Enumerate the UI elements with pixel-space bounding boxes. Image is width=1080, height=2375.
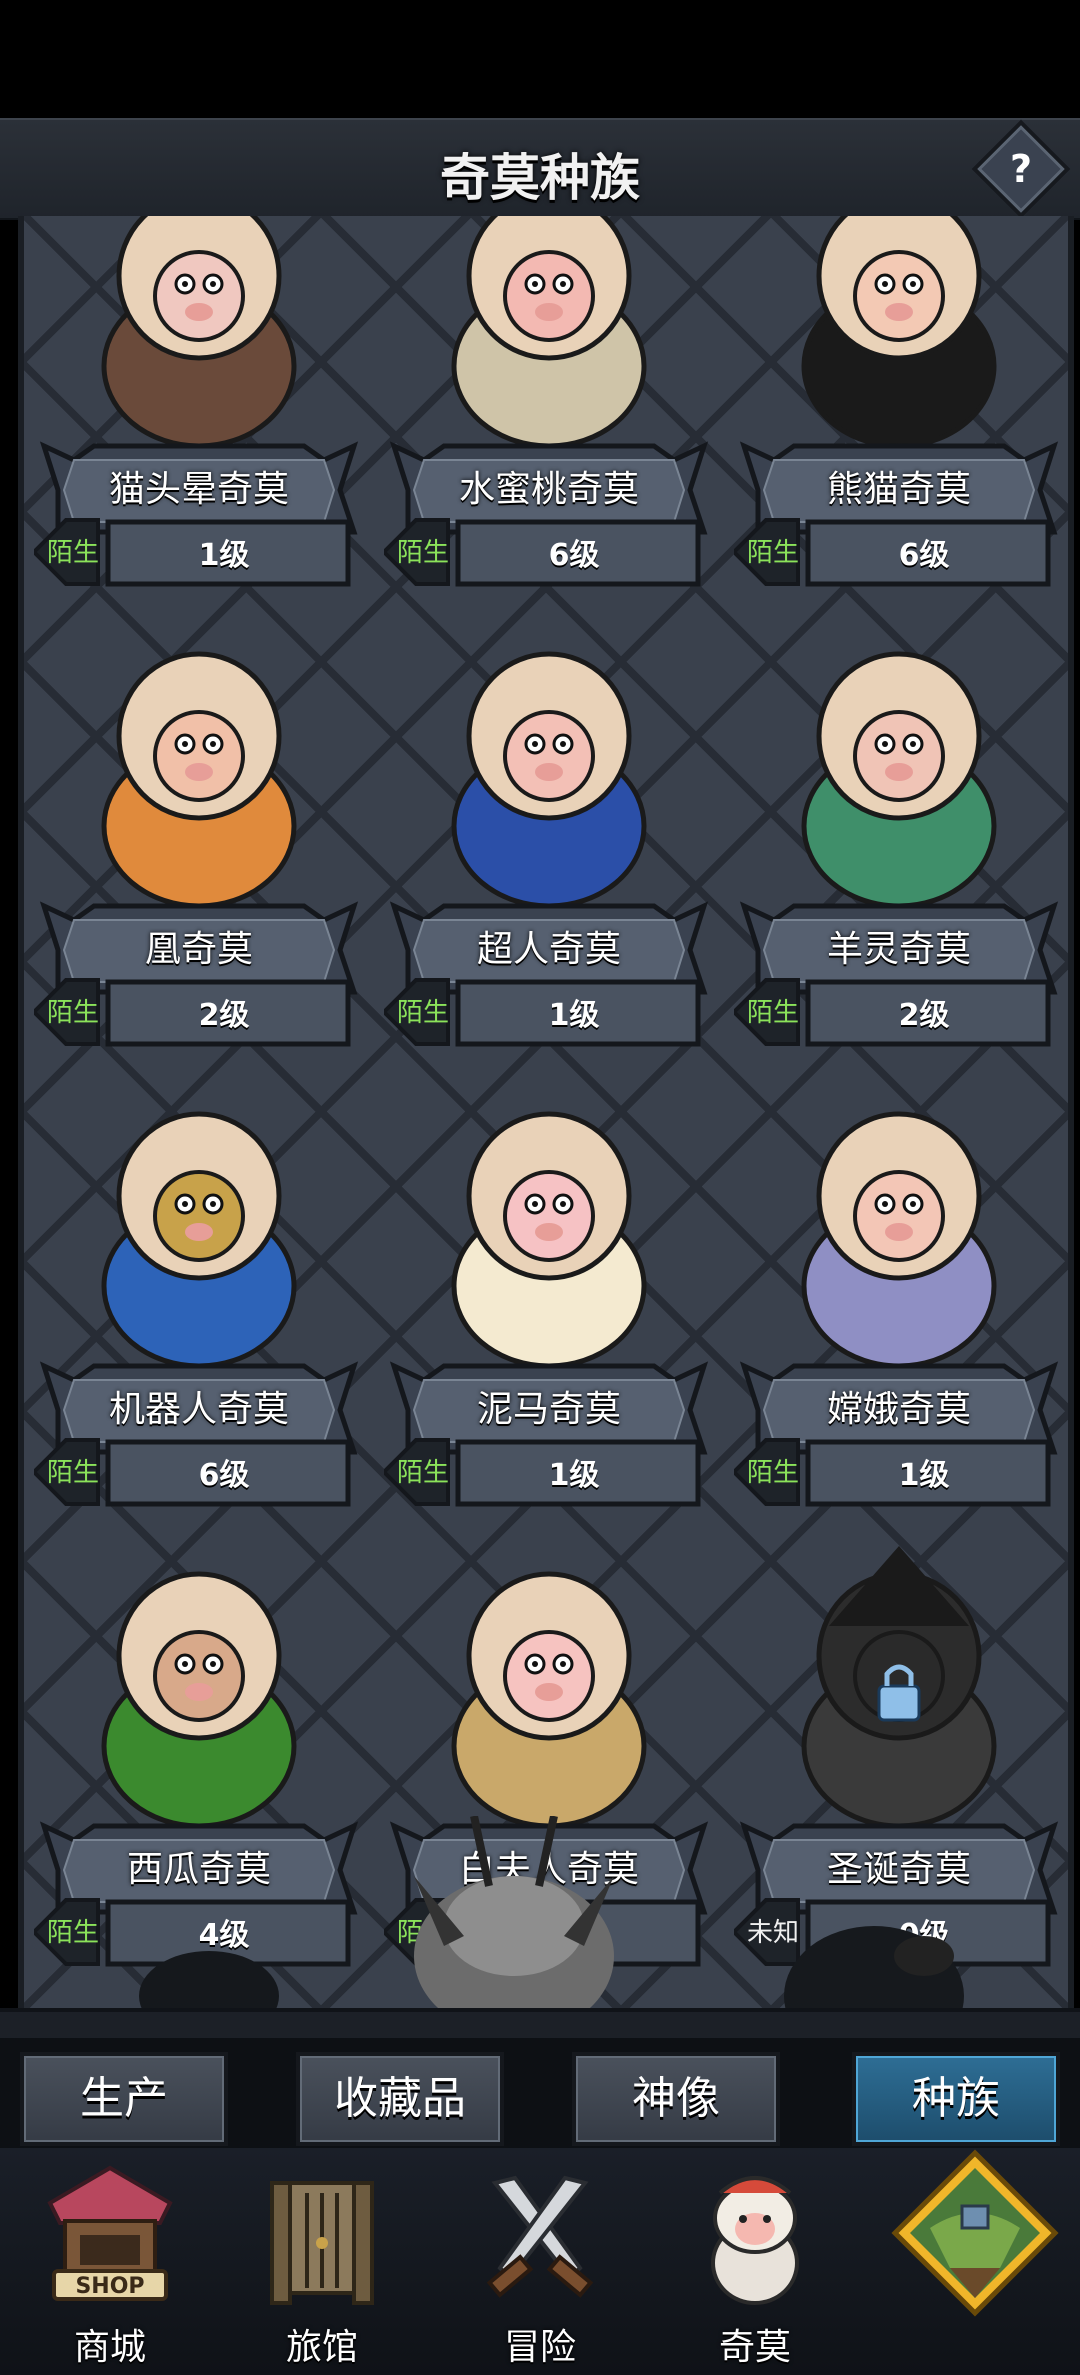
kimo-level: 1级 bbox=[548, 1458, 600, 1493]
kimo-name: 西瓜奇莫 bbox=[126, 1849, 271, 1890]
kimo-name: 机器人奇莫 bbox=[108, 1389, 289, 1430]
familiarity-badge: 陌生 bbox=[746, 538, 799, 568]
kimo-character-icon bbox=[685, 2163, 825, 2313]
kimo-level: 1级 bbox=[898, 1458, 950, 1493]
kimo-card[interactable]: 机器人奇莫 陌生 6级 bbox=[34, 1056, 364, 1507]
captain-kimo-portrait bbox=[419, 616, 679, 906]
kimo-level: 1级 bbox=[198, 538, 250, 573]
familiarity-badge: 陌生 bbox=[46, 998, 99, 1028]
shop-sign: SHOP bbox=[75, 2274, 144, 2299]
kimo-name: 猫头晕奇莫 bbox=[108, 469, 289, 510]
kimo-level: 6级 bbox=[198, 1458, 250, 1493]
name-plate: 熊猫奇莫 陌生 6级 bbox=[734, 436, 1064, 606]
familiarity-badge: 陌生 bbox=[46, 1918, 99, 1948]
familiarity-badge: 陌生 bbox=[46, 1458, 99, 1488]
nav-shop[interactable]: SHOP 商城 bbox=[10, 2158, 210, 2373]
kimo-card[interactable]: 熊猫奇莫 陌生 6级 bbox=[734, 216, 1064, 587]
help-icon: ? bbox=[1009, 147, 1033, 191]
floating-island-icon bbox=[890, 2148, 1060, 2338]
header: 奇莫种族 ? bbox=[0, 118, 1080, 220]
kimo-card[interactable]: 西瓜奇莫 陌生 4级 bbox=[34, 1516, 364, 1967]
status-bar bbox=[0, 0, 1080, 118]
familiarity-badge: 陌生 bbox=[46, 538, 99, 568]
nav-adventure[interactable]: 冒险 bbox=[440, 2158, 640, 2373]
nav-shop-label: 商城 bbox=[73, 2327, 146, 2368]
nav-kimo[interactable]: 奇莫 bbox=[655, 2158, 855, 2373]
category-tabs: 生产 收藏品 神像 种族 bbox=[0, 2038, 1080, 2148]
nav-inn[interactable]: 旅馆 bbox=[222, 2158, 422, 2373]
kimo-card[interactable]: 超人奇莫 陌生 1级 bbox=[384, 596, 714, 1047]
kimo-name: 嫦娥奇莫 bbox=[826, 1389, 971, 1430]
nav-island[interactable] bbox=[870, 2149, 1070, 2373]
peach-kimo-portrait bbox=[419, 216, 679, 446]
shop-icon: SHOP bbox=[40, 2163, 180, 2313]
kimo-card[interactable]: 嫦娥奇莫 陌生 1级 bbox=[734, 1056, 1064, 1507]
watermelon-kimo-portrait bbox=[69, 1536, 329, 1826]
page-title: 奇莫种族 bbox=[440, 149, 640, 207]
kimo-name: 羊灵奇莫 bbox=[826, 929, 971, 970]
owl-kimo-portrait bbox=[69, 216, 329, 446]
locked-christmas-kimo-portrait bbox=[769, 1536, 1029, 1826]
name-plate: 猫头晕奇莫 陌生 1级 bbox=[34, 436, 364, 606]
tab-races[interactable]: 种族 bbox=[852, 2052, 1060, 2146]
kimo-card[interactable]: 泥马奇莫 陌生 1级 bbox=[384, 1056, 714, 1507]
kimo-race-grid[interactable]: 猫头晕奇莫 陌生 1级 水蜜桃奇莫 陌生 6级 熊猫奇莫 陌生 6级 凰奇莫 陌… bbox=[18, 216, 1074, 2008]
name-plate: 泥马奇莫 陌生 1级 bbox=[384, 1356, 714, 1526]
kimo-name: 水蜜桃奇莫 bbox=[458, 469, 639, 510]
familiarity-badge: 陌生 bbox=[396, 538, 449, 568]
name-plate: 超人奇莫 陌生 1级 bbox=[384, 896, 714, 1066]
ram-skull-kimo-portrait bbox=[769, 616, 1029, 906]
familiarity-badge: 陌生 bbox=[746, 998, 799, 1028]
robot-kimo-portrait bbox=[69, 1076, 329, 1366]
name-plate: 机器人奇莫 陌生 6级 bbox=[34, 1356, 364, 1526]
kimo-name: 凰奇莫 bbox=[144, 929, 253, 970]
lady-white-kimo-portrait bbox=[419, 1536, 679, 1826]
inn-gate-icon bbox=[252, 2163, 392, 2313]
familiarity-badge: 陌生 bbox=[746, 1458, 799, 1488]
kimo-card[interactable]: 羊灵奇莫 陌生 2级 bbox=[734, 596, 1064, 1047]
nav-adventure-label: 冒险 bbox=[503, 2327, 576, 2368]
kimo-level: 6级 bbox=[548, 538, 600, 573]
nav-inn-label: 旅馆 bbox=[285, 2327, 358, 2368]
kimo-level: 2级 bbox=[898, 998, 950, 1033]
partial-card-horned-kimo bbox=[354, 1815, 674, 2008]
tab-collectibles[interactable]: 收藏品 bbox=[296, 2052, 504, 2146]
kimo-level: 1级 bbox=[548, 998, 600, 1033]
kimo-card[interactable]: 圣诞奇莫 未知 0级 bbox=[734, 1516, 1064, 1967]
chang-e-kimo-portrait bbox=[769, 1076, 1029, 1366]
crossed-swords-icon bbox=[470, 2163, 610, 2313]
nav-kimo-label: 奇莫 bbox=[718, 2327, 791, 2368]
tab-production[interactable]: 生产 bbox=[20, 2052, 228, 2146]
name-plate: 羊灵奇莫 陌生 2级 bbox=[734, 896, 1064, 1066]
kimo-name: 泥马奇莫 bbox=[476, 1389, 621, 1430]
partial-card-shadow-kimo bbox=[774, 1906, 974, 2008]
kimo-name: 圣诞奇莫 bbox=[826, 1849, 971, 1890]
board-frame bbox=[0, 2008, 1080, 2042]
kimo-card[interactable]: 水蜜桃奇莫 陌生 6级 bbox=[384, 216, 714, 587]
familiarity-badge: 陌生 bbox=[396, 998, 449, 1028]
kimo-level: 2级 bbox=[198, 998, 250, 1033]
kimo-level: 6级 bbox=[898, 538, 950, 573]
bottom-navigation: SHOP 商城 旅馆 冒险 奇莫 bbox=[0, 2148, 1080, 2375]
name-plate: 凰奇莫陌生 2级 bbox=[34, 896, 364, 1066]
kimo-name: 超人奇莫 bbox=[476, 929, 621, 970]
name-plate: 嫦娥奇莫 陌生 1级 bbox=[734, 1356, 1064, 1526]
panda-kimo-portrait bbox=[769, 216, 1029, 446]
partial-card-dark-kimo bbox=[134, 1936, 284, 2008]
name-plate: 水蜜桃奇莫 陌生 6级 bbox=[384, 436, 714, 606]
tab-statues[interactable]: 神像 bbox=[572, 2052, 780, 2146]
familiarity-badge: 陌生 bbox=[396, 1458, 449, 1488]
alpaca-kimo-portrait bbox=[419, 1076, 679, 1366]
kimo-card[interactable]: 猫头晕奇莫 陌生 1级 bbox=[34, 216, 364, 587]
kimo-card[interactable]: 凰奇莫陌生 2级 bbox=[34, 596, 364, 1047]
kimo-name: 熊猫奇莫 bbox=[826, 469, 971, 510]
phoenix-kimo-portrait bbox=[69, 616, 329, 906]
